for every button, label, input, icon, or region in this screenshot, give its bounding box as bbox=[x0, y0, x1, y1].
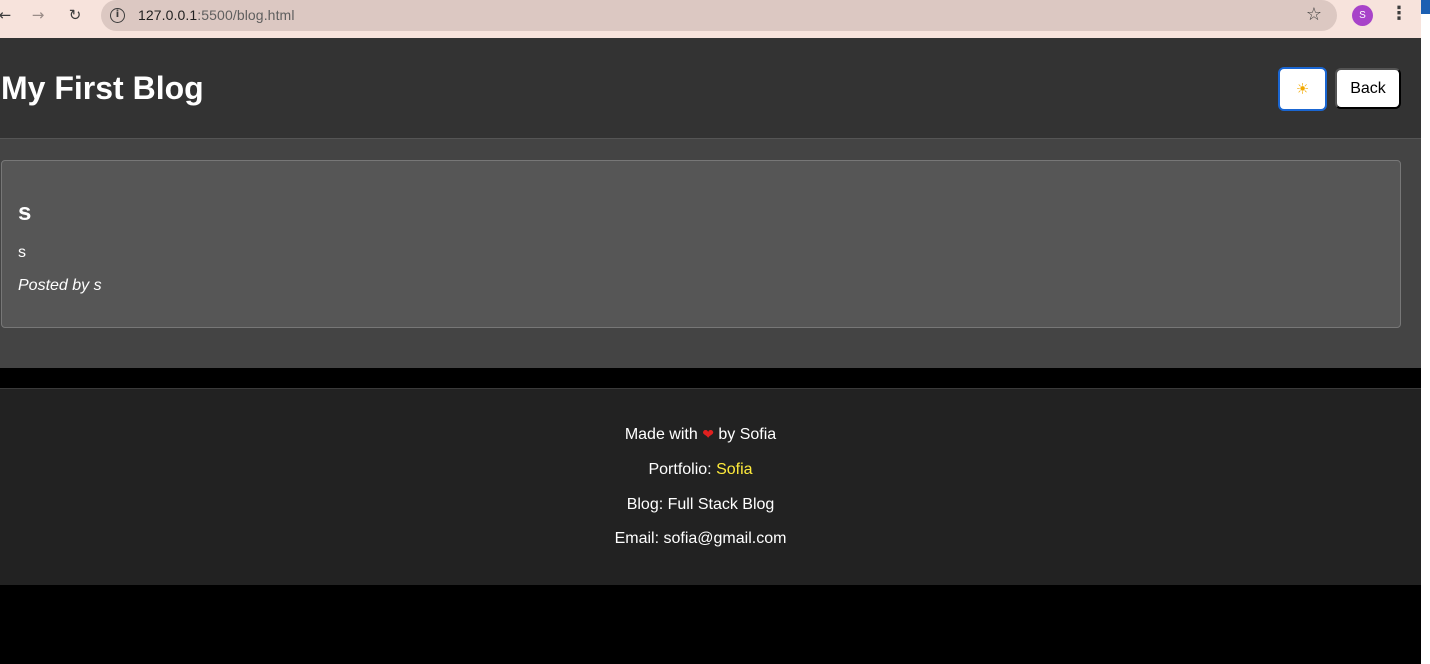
sun-icon: ☀ bbox=[1295, 80, 1310, 98]
heart-icon: ❤ bbox=[702, 427, 714, 443]
footer-portfolio: Portfolio: Sofia bbox=[648, 461, 753, 478]
profile-avatar[interactable]: S bbox=[1352, 5, 1373, 26]
address-bar[interactable]: i 127.0.0.1:5500/blog.html ☆ bbox=[101, 0, 1337, 31]
post-author: Posted by s bbox=[18, 277, 102, 294]
post-title: s bbox=[18, 199, 32, 226]
post-card: s s Posted by s bbox=[1, 160, 1401, 328]
reload-icon[interactable]: ↻ bbox=[64, 4, 86, 26]
back-arrow-icon[interactable]: ← bbox=[0, 4, 16, 26]
kebab-menu-icon[interactable]: ⋮ bbox=[1389, 3, 1409, 27]
site-footer: Made with ❤ by Sofia Portfolio: Sofia Bl… bbox=[0, 388, 1421, 585]
post-body: s bbox=[18, 244, 26, 261]
footer-blog: Blog: Full Stack Blog bbox=[626, 496, 775, 513]
main-content: s s Posted by s bbox=[0, 139, 1421, 368]
window-edge bbox=[1421, 0, 1430, 664]
portfolio-link[interactable]: Sofia bbox=[716, 461, 752, 478]
footer-email: Email: sofia@gmail.com bbox=[614, 530, 787, 547]
theme-toggle-button[interactable]: ☀ bbox=[1278, 67, 1327, 111]
page: My First Blog ☀ Back s s Posted by s Mad… bbox=[0, 38, 1421, 664]
site-info-icon[interactable]: i bbox=[110, 8, 125, 23]
back-button[interactable]: Back bbox=[1335, 68, 1401, 109]
forward-arrow-icon[interactable]: → bbox=[27, 4, 49, 26]
bookmark-star-icon[interactable]: ☆ bbox=[1306, 4, 1322, 25]
browser-toolbar: ← → ↻ i 127.0.0.1:5500/blog.html ☆ S ⋮ bbox=[0, 0, 1421, 38]
site-header: My First Blog ☀ Back bbox=[0, 38, 1421, 139]
page-title: My First Blog bbox=[1, 70, 204, 106]
footer-made-with: Made with ❤ by Sofia bbox=[624, 426, 777, 443]
url-text[interactable]: 127.0.0.1:5500/blog.html bbox=[138, 7, 295, 23]
